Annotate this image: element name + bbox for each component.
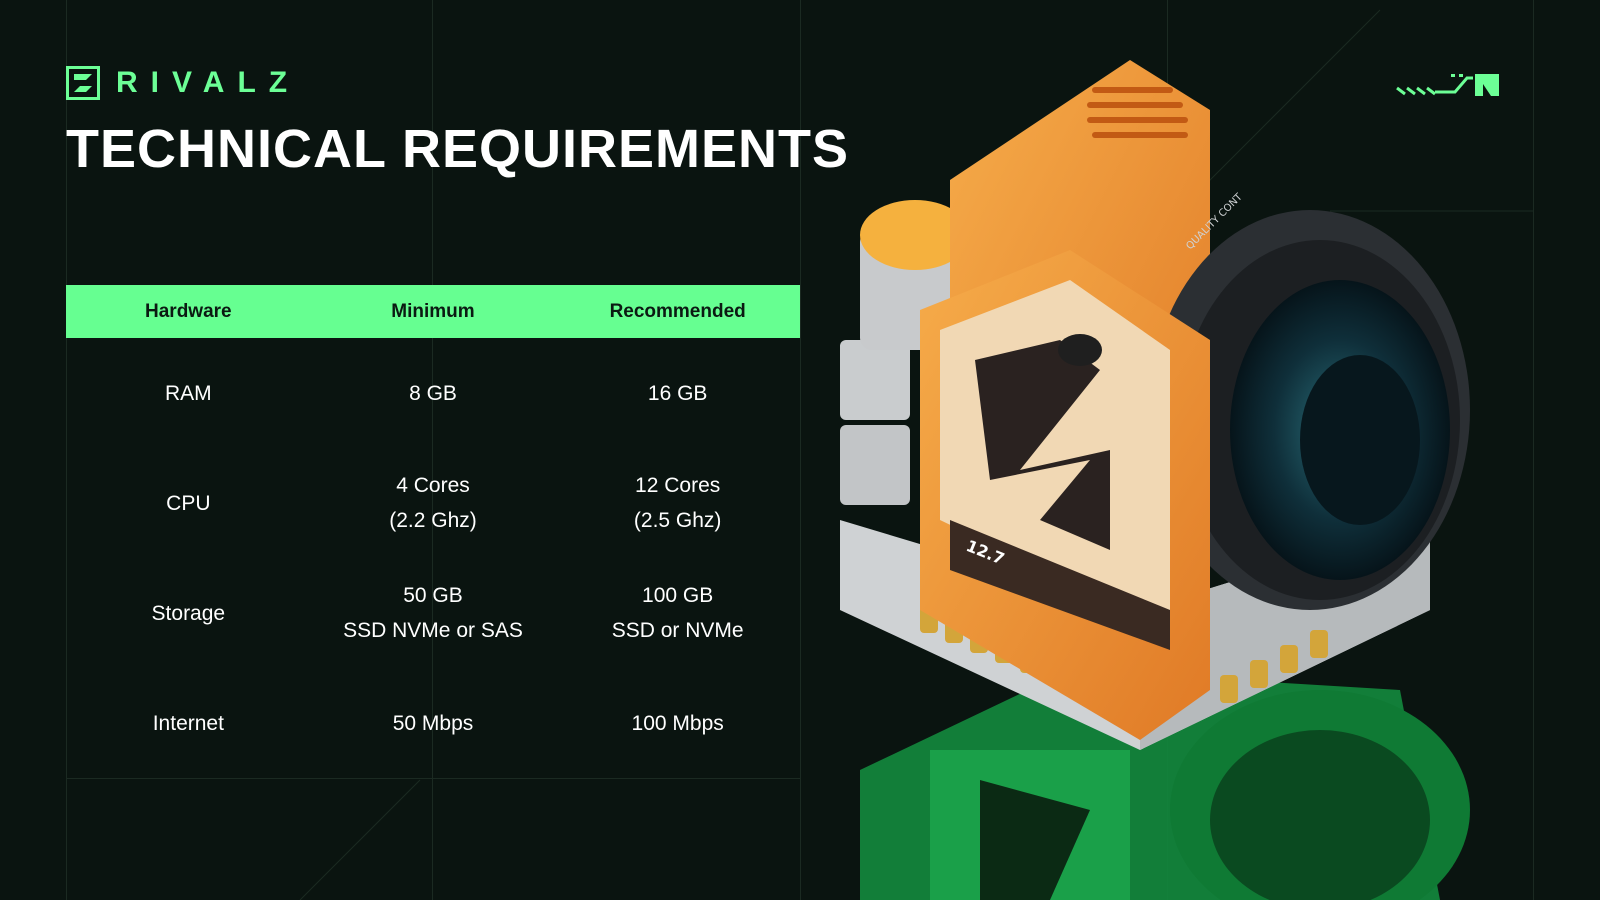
table-header: Hardware Minimum Recommended: [66, 285, 800, 338]
cell-line: 100 GB: [642, 584, 714, 607]
cell-recommended: 16 GB: [647, 381, 708, 405]
cell-recommended: 12 Cores (2.5 Ghz): [555, 468, 800, 538]
camera-illustration: QUALITY CONT 12.7: [840, 60, 1470, 900]
table-row: CPU 4 Cores (2.2 Ghz) 12 Cores (2.5 Ghz): [66, 448, 800, 558]
header-recommended: Recommended: [609, 300, 746, 322]
requirements-table: Hardware Minimum Recommended RAM 8 GB 16…: [66, 285, 800, 778]
cell-hardware: RAM: [164, 381, 212, 405]
rivalz-logo-icon: [66, 66, 100, 100]
cell-hardware: Storage: [151, 601, 226, 625]
cell-line: (2.2 Ghz): [389, 509, 477, 532]
cell-line: 4 Cores: [396, 474, 470, 497]
cell-line: SSD NVMe or SAS: [343, 619, 523, 642]
table-row: Storage 50 GB SSD NVMe or SAS 100 GB SSD…: [66, 558, 800, 668]
cell-line: 12 Cores: [635, 474, 721, 497]
cell-line: SSD or NVMe: [611, 619, 744, 642]
header-minimum: Minimum: [391, 300, 475, 322]
cell-line: 50 GB: [403, 584, 463, 607]
table-row: Internet 50 Mbps 100 Mbps: [66, 668, 800, 778]
page-title: TECHNICAL REQUIREMENTS: [66, 119, 850, 179]
cell-minimum: 4 Cores (2.2 Ghz): [311, 468, 556, 538]
brand: RIVALZ: [66, 66, 300, 100]
cell-minimum: 50 GB SSD NVMe or SAS: [311, 578, 556, 648]
cell-hardware: Internet: [152, 711, 224, 735]
cell-recommended: 100 Mbps: [631, 711, 724, 735]
table-row: RAM 8 GB 16 GB: [66, 338, 800, 448]
cell-hardware: CPU: [166, 491, 211, 515]
cell-line: (2.5 Ghz): [633, 509, 722, 532]
cell-recommended: 100 GB SSD or NVMe: [555, 578, 800, 648]
header-hardware: Hardware: [145, 300, 232, 322]
cell-minimum: 50 Mbps: [392, 711, 474, 735]
brand-name: RIVALZ: [116, 66, 301, 99]
cell-minimum: 8 GB: [409, 381, 457, 405]
